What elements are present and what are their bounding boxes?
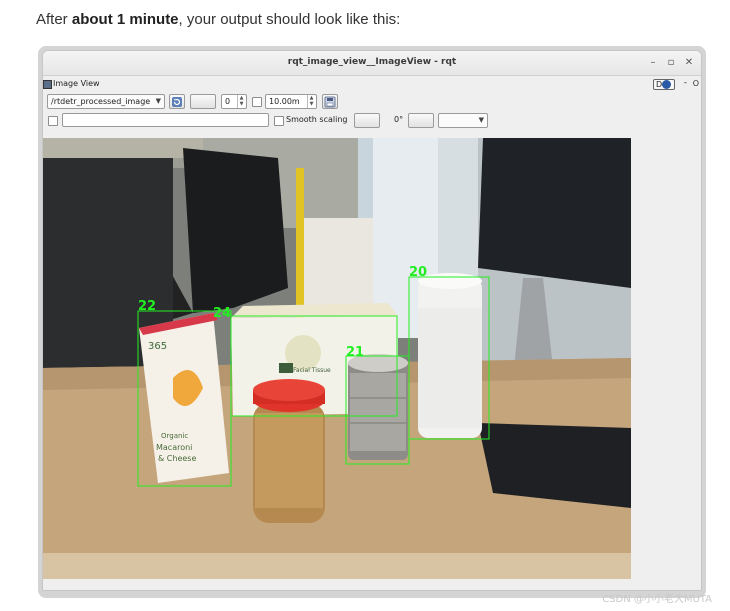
camera-frame: 365 Organic Macaroni & Cheese Facial Tis… bbox=[43, 138, 631, 579]
enable-checkbox[interactable] bbox=[252, 97, 262, 107]
panel-title: Image View bbox=[53, 79, 100, 88]
help-icon bbox=[662, 80, 671, 89]
topic-select[interactable]: /rtdetr_processed_image ▼ bbox=[47, 94, 165, 109]
rotation-label: 0° bbox=[394, 115, 404, 124]
minimize-panel-button[interactable]: - bbox=[684, 78, 687, 88]
image-background-area bbox=[631, 138, 701, 579]
box-line1: Organic bbox=[161, 432, 188, 440]
watermark: CSDN @小小老大MUTA bbox=[602, 594, 712, 605]
save-icon bbox=[324, 96, 336, 108]
refresh-icon bbox=[172, 97, 182, 107]
detection-label-21: 21 bbox=[346, 345, 364, 360]
detection-label-22: 22 bbox=[138, 299, 156, 314]
title-bar[interactable]: rqt_image_view__ImageView - rqt – ▫ ✕ bbox=[43, 51, 701, 76]
image-display[interactable]: 365 Organic Macaroni & Cheese Facial Tis… bbox=[43, 138, 631, 579]
box-line3: & Cheese bbox=[158, 454, 196, 463]
chevron-down-icon: ▼ bbox=[155, 97, 161, 105]
image-view-icon bbox=[43, 80, 52, 89]
rotate-right-button[interactable] bbox=[408, 113, 434, 128]
save-image-button[interactable] bbox=[322, 94, 338, 109]
intro-text: After about 1 minute, your output should… bbox=[36, 11, 401, 28]
minimize-button[interactable]: – bbox=[645, 55, 661, 71]
close-button[interactable]: ✕ bbox=[681, 55, 697, 71]
box-line2: Macaroni bbox=[156, 443, 192, 452]
refresh-topics-button[interactable] bbox=[169, 94, 185, 109]
maximize-button[interactable]: ▫ bbox=[663, 55, 679, 71]
blank-button[interactable] bbox=[190, 94, 216, 109]
chevron-down-icon: ▼ bbox=[478, 116, 484, 124]
spin-input[interactable]: 0 ▲ ▼ bbox=[221, 94, 247, 109]
mouse-publish-checkbox[interactable] bbox=[48, 116, 58, 126]
panel-header: Image View D - O bbox=[43, 78, 701, 92]
close-panel-button[interactable]: O bbox=[693, 79, 699, 88]
rqt-window: rqt_image_view__ImageView - rqt – ▫ ✕ Im… bbox=[42, 50, 702, 591]
smooth-scaling-checkbox[interactable] bbox=[274, 116, 284, 126]
smooth-scaling-label: Smooth scaling bbox=[286, 115, 348, 124]
box-brand: 365 bbox=[148, 341, 167, 352]
detection-label-20: 20 bbox=[409, 265, 427, 280]
color-scheme-select[interactable]: ▼ bbox=[438, 113, 488, 128]
window-title: rqt_image_view__ImageView - rqt bbox=[287, 57, 457, 67]
mouse-topic-input[interactable] bbox=[62, 113, 269, 127]
detection-label-24: 24 bbox=[213, 306, 231, 321]
time-input[interactable]: 10.00m ▲ ▼ bbox=[265, 94, 317, 109]
tissue-text: Facial Tissue bbox=[293, 367, 331, 374]
rotate-left-button[interactable] bbox=[354, 113, 380, 128]
